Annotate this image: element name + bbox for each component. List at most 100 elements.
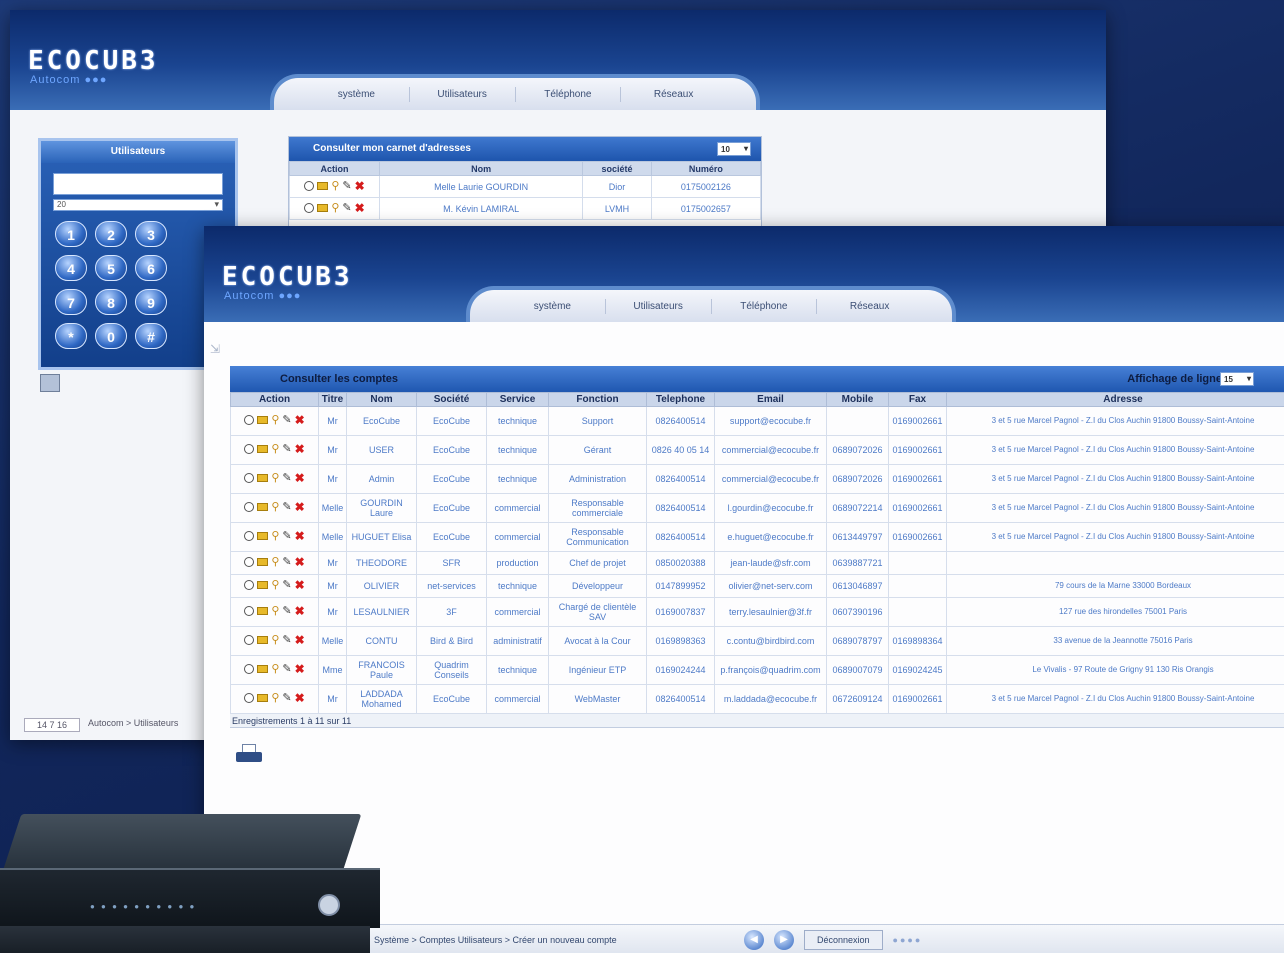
pencil-icon[interactable]: ✎ bbox=[282, 580, 291, 591]
folder-icon[interactable] bbox=[257, 581, 269, 589]
back-tab-utilisateurs[interactable]: Utilisateurs bbox=[410, 86, 516, 102]
select-radio[interactable] bbox=[244, 557, 255, 567]
pencil-icon[interactable]: ✎ bbox=[282, 693, 291, 704]
tab-systeme[interactable]: système bbox=[500, 298, 606, 314]
back-tab-reseaux[interactable]: Réseaux bbox=[621, 87, 726, 102]
magnifier-icon[interactable]: ⚲ bbox=[271, 557, 279, 568]
delete-icon[interactable]: ✖ bbox=[295, 443, 305, 455]
magnifier-icon[interactable]: ⚲ bbox=[271, 444, 279, 455]
pencil-icon[interactable]: ✎ bbox=[282, 531, 291, 542]
key-0[interactable]: 0 bbox=[95, 323, 127, 349]
key-9[interactable]: 9 bbox=[135, 289, 167, 315]
cell-title: Mme bbox=[318, 655, 347, 685]
dialer-select[interactable]: 20 bbox=[53, 199, 223, 211]
magnifier-icon[interactable]: ⚲ bbox=[271, 635, 279, 646]
pencil-icon[interactable]: ✎ bbox=[282, 415, 291, 426]
key-1[interactable]: 1 bbox=[55, 221, 87, 247]
delete-icon[interactable]: ✖ bbox=[355, 180, 365, 192]
select-radio[interactable] bbox=[244, 531, 255, 541]
magnifier-icon[interactable]: ⚲ bbox=[331, 180, 339, 191]
folder-icon[interactable] bbox=[257, 636, 269, 644]
select-radio[interactable] bbox=[244, 606, 255, 616]
select-radio[interactable] bbox=[244, 415, 255, 425]
delete-icon[interactable]: ✖ bbox=[295, 579, 305, 591]
select-radio[interactable] bbox=[244, 444, 255, 454]
address-book-page-size[interactable]: 10 bbox=[717, 142, 751, 156]
folder-icon[interactable] bbox=[317, 203, 329, 212]
back-tab-telephone[interactable]: Téléphone bbox=[516, 86, 622, 102]
forward-arrow-icon[interactable]: ▶ bbox=[774, 929, 794, 950]
folder-icon[interactable] bbox=[257, 665, 269, 673]
key-2[interactable]: 2 bbox=[95, 221, 127, 247]
key-3[interactable]: 3 bbox=[135, 221, 167, 247]
key-hash[interactable]: # bbox=[135, 323, 167, 349]
delete-icon[interactable]: ✖ bbox=[295, 605, 305, 617]
delete-icon[interactable]: ✖ bbox=[295, 556, 305, 568]
delete-icon[interactable]: ✖ bbox=[295, 501, 305, 513]
key-5[interactable]: 5 bbox=[95, 255, 127, 281]
select-radio[interactable] bbox=[244, 502, 255, 512]
magnifier-icon[interactable]: ⚲ bbox=[271, 606, 279, 617]
delete-icon[interactable]: ✖ bbox=[295, 414, 305, 426]
key-7[interactable]: 7 bbox=[55, 289, 87, 315]
calendar-icon[interactable] bbox=[40, 374, 60, 392]
delete-icon[interactable]: ✖ bbox=[295, 472, 305, 484]
cell-title: Melle bbox=[318, 493, 347, 523]
pencil-icon[interactable]: ✎ bbox=[282, 635, 291, 646]
collapse-icon[interactable]: ⇲ bbox=[210, 342, 220, 356]
key-4[interactable]: 4 bbox=[55, 255, 87, 281]
magnifier-icon[interactable]: ⚲ bbox=[271, 502, 279, 513]
lines-select[interactable]: 15 bbox=[1220, 372, 1254, 386]
key-star[interactable]: * bbox=[55, 323, 87, 349]
select-radio[interactable] bbox=[244, 635, 255, 645]
select-radio[interactable] bbox=[244, 693, 255, 703]
delete-icon[interactable]: ✖ bbox=[355, 202, 365, 214]
pencil-icon[interactable]: ✎ bbox=[282, 557, 291, 568]
folder-icon[interactable] bbox=[257, 694, 269, 702]
select-radio[interactable] bbox=[244, 473, 255, 483]
select-radio[interactable] bbox=[304, 180, 315, 191]
magnifier-icon[interactable]: ⚲ bbox=[271, 580, 279, 591]
folder-icon[interactable] bbox=[257, 607, 269, 615]
select-radio[interactable] bbox=[244, 664, 255, 674]
pencil-icon[interactable]: ✎ bbox=[282, 664, 291, 675]
tab-utilisateurs[interactable]: Utilisateurs bbox=[606, 298, 712, 314]
delete-icon[interactable]: ✖ bbox=[295, 663, 305, 675]
pencil-icon[interactable]: ✎ bbox=[282, 473, 291, 484]
folder-icon[interactable] bbox=[317, 181, 329, 190]
key-6[interactable]: 6 bbox=[135, 255, 167, 281]
delete-icon[interactable]: ✖ bbox=[295, 634, 305, 646]
logout-button[interactable]: Déconnexion bbox=[804, 929, 883, 950]
delete-icon[interactable]: ✖ bbox=[295, 530, 305, 542]
pencil-icon[interactable]: ✎ bbox=[282, 502, 291, 513]
key-8[interactable]: 8 bbox=[95, 289, 127, 315]
pencil-icon[interactable]: ✎ bbox=[342, 180, 351, 191]
pencil-icon[interactable]: ✎ bbox=[342, 202, 351, 213]
folder-icon[interactable] bbox=[257, 558, 269, 566]
back-arrow-icon[interactable]: ◀ bbox=[744, 929, 764, 950]
magnifier-icon[interactable]: ⚲ bbox=[271, 664, 279, 675]
magnifier-icon[interactable]: ⚲ bbox=[271, 415, 279, 426]
folder-icon[interactable] bbox=[257, 532, 269, 540]
pencil-icon[interactable]: ✎ bbox=[282, 444, 291, 455]
pencil-icon[interactable]: ✎ bbox=[282, 606, 291, 617]
select-radio[interactable] bbox=[244, 580, 255, 590]
back-tab-systeme[interactable]: système bbox=[304, 86, 410, 102]
delete-icon[interactable]: ✖ bbox=[295, 692, 305, 704]
tab-reseaux[interactable]: Réseaux bbox=[817, 299, 922, 314]
printer-icon[interactable] bbox=[234, 744, 264, 766]
folder-icon[interactable] bbox=[257, 445, 269, 453]
magnifier-icon[interactable]: ⚲ bbox=[271, 473, 279, 484]
tab-telephone[interactable]: Téléphone bbox=[712, 298, 818, 314]
magnifier-icon[interactable]: ⚲ bbox=[271, 693, 279, 704]
cell-address: 3 et 5 rue Marcel Pagnol - Z.I du Clos A… bbox=[946, 493, 1284, 523]
cell-name: LADDADA Mohamed bbox=[346, 684, 417, 714]
magnifier-icon[interactable]: ⚲ bbox=[271, 531, 279, 542]
magnifier-icon[interactable]: ⚲ bbox=[331, 202, 339, 213]
select-radio[interactable] bbox=[304, 202, 315, 213]
back-status-field[interactable]: 14 7 16 bbox=[24, 718, 81, 732]
dialer-input[interactable] bbox=[53, 173, 223, 195]
folder-icon[interactable] bbox=[257, 416, 269, 424]
folder-icon[interactable] bbox=[257, 503, 269, 511]
folder-icon[interactable] bbox=[257, 474, 269, 482]
